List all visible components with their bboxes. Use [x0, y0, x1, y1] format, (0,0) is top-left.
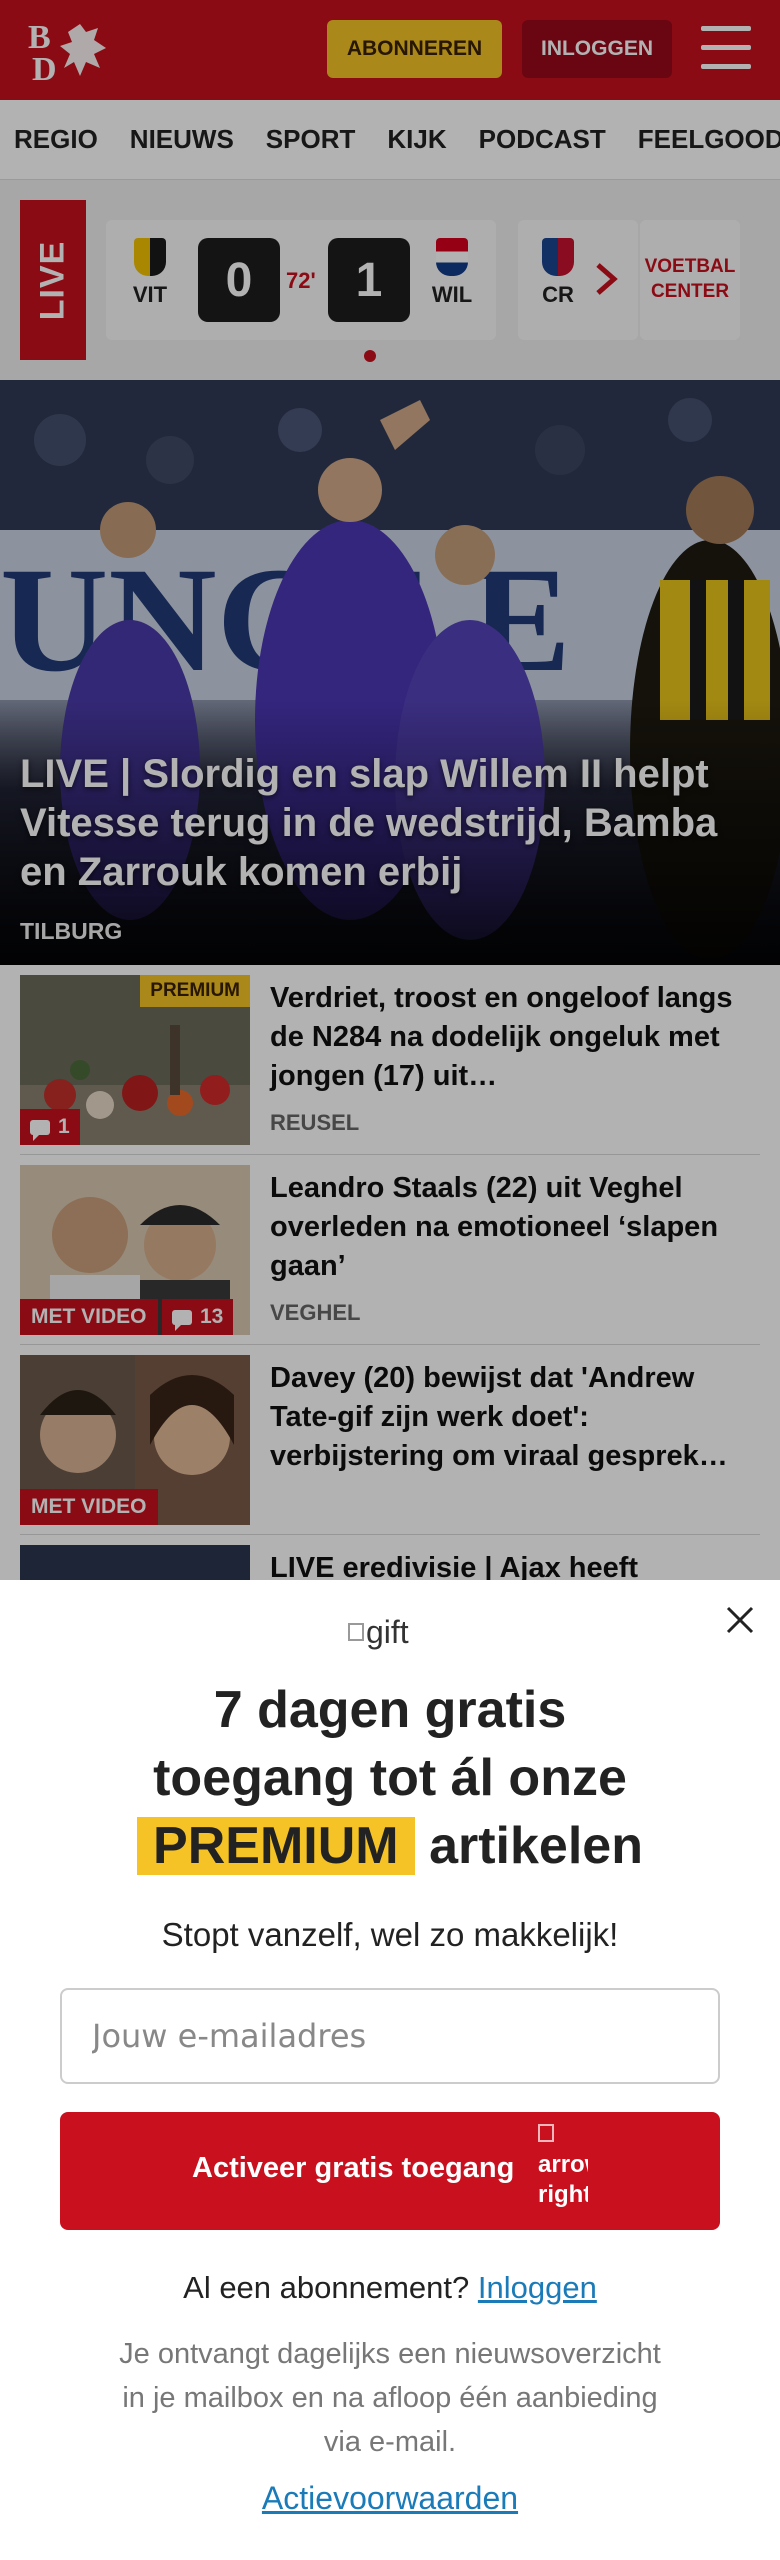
arrow-right-icon: arrow right [538, 2120, 588, 2220]
modal-backdrop[interactable] [0, 0, 780, 1580]
premium-highlight: PREMIUM [137, 1817, 415, 1875]
newsletter-info: Je ontvangt dagelijks een nieuwsoverzich… [119, 2338, 661, 2458]
gift-icon: gift [348, 1612, 432, 1652]
conditions-link[interactable]: Actievoorwaarden [0, 2480, 780, 2517]
modal-subtitle: Stopt vanzelf, wel zo makkelijk! [161, 1916, 619, 1953]
login-link[interactable]: Inloggen [478, 2270, 597, 2305]
modal-title: 7 dagen gratis toegang tot ál onze PREMI… [0, 1676, 780, 1880]
premium-trial-modal: gift 7 dagen gratis toegang tot ál onze … [0, 1580, 780, 2560]
existing-subscription-line: Al een abonnement? Inloggen [183, 2270, 597, 2305]
close-icon[interactable] [722, 1602, 758, 1638]
email-field[interactable] [60, 1988, 720, 2084]
activate-trial-button[interactable]: Activeer gratis toegang arrow right [60, 2112, 720, 2230]
